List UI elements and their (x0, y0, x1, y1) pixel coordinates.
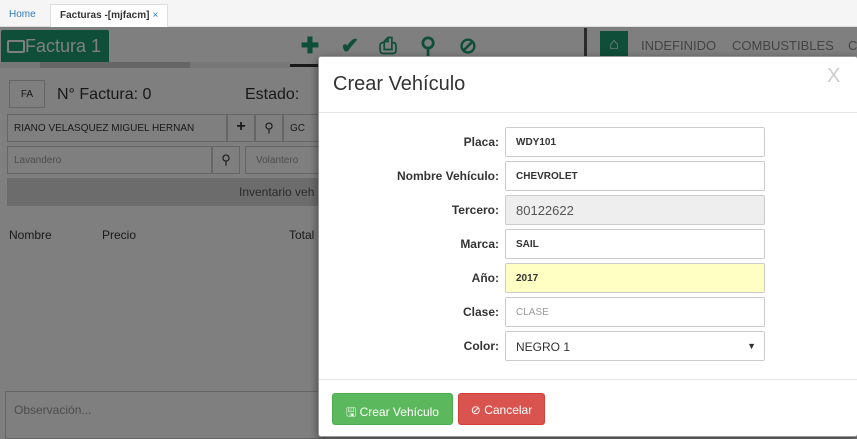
cancel-button[interactable]: ⊘ Cancelar (458, 393, 545, 425)
ban-icon: ⊘ (470, 403, 481, 417)
marca-label: Marca: (460, 237, 499, 251)
clase-input[interactable]: CLASE (505, 297, 765, 327)
close-icon[interactable]: X (827, 65, 840, 88)
modal-footer-divider (319, 379, 857, 380)
color-label: Color: (463, 339, 499, 353)
tercero-input: 80122622 (505, 195, 765, 225)
tab-facturas[interactable]: Facturas -[mjfacm] × (50, 4, 169, 27)
clase-label: Clase: (462, 305, 499, 319)
crear-vehiculo-button[interactable]: 🖫 Crear Vehículo (332, 393, 453, 425)
placa-input[interactable]: WDY101 (505, 127, 765, 157)
modal-title: Crear Vehículo (333, 73, 466, 95)
placa-label: Placa: (463, 135, 499, 149)
anio-input[interactable]: 2017 (505, 263, 765, 293)
marca-input[interactable]: SAIL (505, 229, 765, 259)
save-icon: 🖫 (346, 405, 357, 419)
nombre-vehiculo-label: Nombre Vehículo: (396, 169, 499, 183)
nombre-vehiculo-input[interactable]: CHEVROLET (505, 161, 765, 191)
cancel-label: Cancelar (484, 403, 533, 417)
anio-label: Año: (471, 271, 499, 285)
tab-facturas-label: Facturas -[mjfacm] (60, 10, 150, 21)
chevron-down-icon: ▼ (747, 341, 756, 351)
color-select-value: NEGRO 1 (516, 340, 571, 354)
close-tab-icon[interactable]: × (152, 10, 158, 21)
tercero-label: Tercero: (451, 203, 499, 217)
crear-vehiculo-label: Crear Vehículo (359, 405, 439, 419)
color-select[interactable]: NEGRO 1 ▼ (505, 331, 765, 361)
tab-home[interactable]: Home (0, 4, 45, 27)
crear-vehiculo-modal: Crear Vehículo X Placa: WDY101 Nombre Ve… (318, 56, 857, 437)
